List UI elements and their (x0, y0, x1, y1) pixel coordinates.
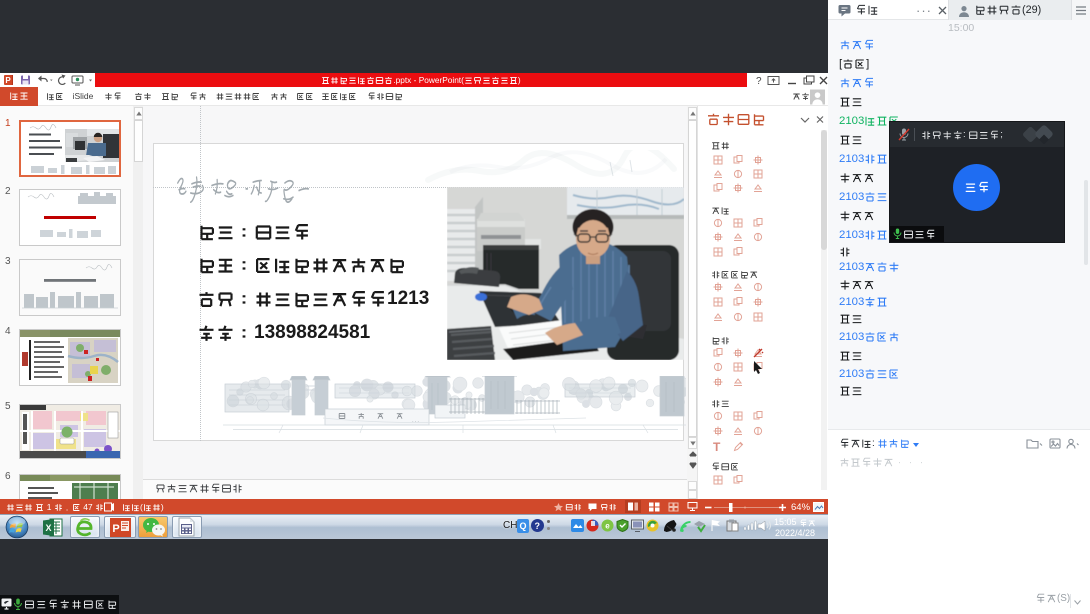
svg-text:X: X (45, 523, 51, 533)
svg-text:P: P (112, 523, 119, 535)
svg-text:?: ? (756, 76, 762, 86)
svg-text:e: e (605, 522, 610, 531)
svg-text:P: P (5, 76, 11, 85)
